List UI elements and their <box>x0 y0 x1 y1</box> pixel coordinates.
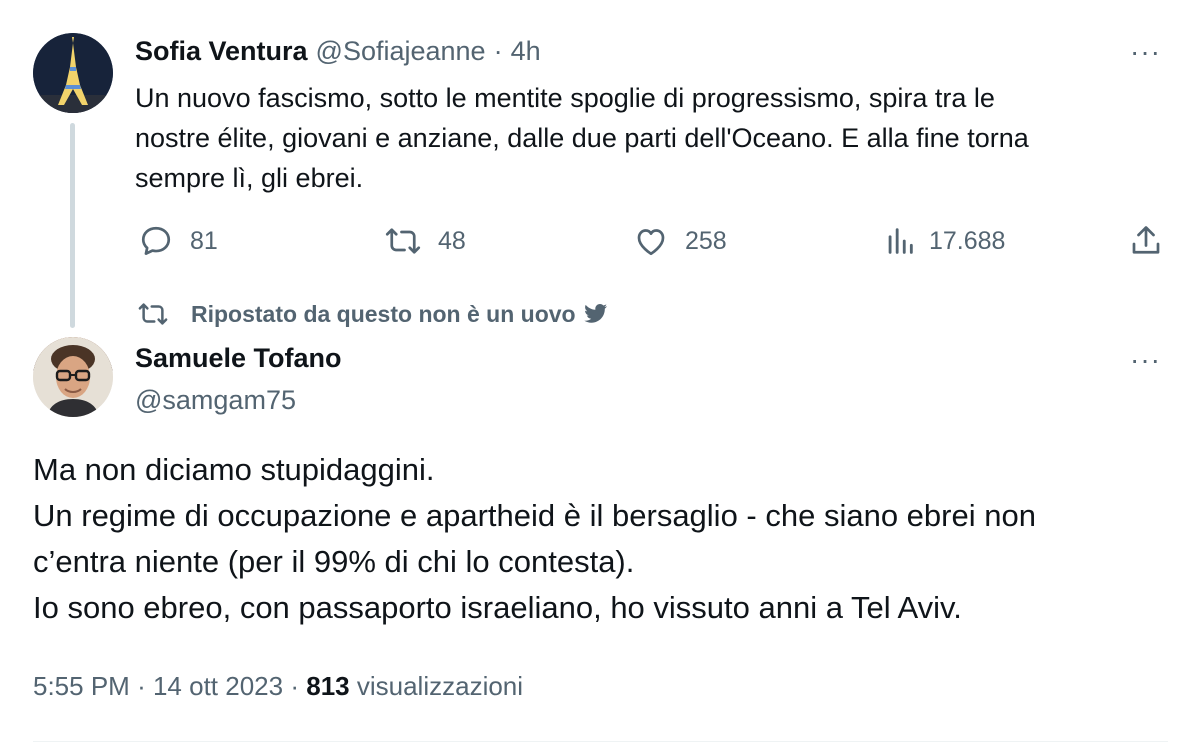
author-name[interactable]: Sofia Ventura <box>135 36 308 67</box>
quoted-tweet-text: Un nuovo fascismo, sotto le mentite spog… <box>135 78 1175 198</box>
tweet-time[interactable]: 5:55 PM <box>33 671 130 701</box>
eiffel-tower-avatar <box>33 33 113 113</box>
author-handle[interactable]: @Sofiajeanne <box>316 36 486 67</box>
retweet-count: 48 <box>438 226 466 255</box>
tweet-meta: 5:55 PM · 14 ott 2023 · 813 visualizzazi… <box>33 671 523 702</box>
retweet-button[interactable]: 48 <box>384 221 466 261</box>
main-tweet-text: Ma non diciamo stupidaggini. Un regime d… <box>33 447 1173 631</box>
thread-connector-line <box>70 123 75 328</box>
reply-count: 81 <box>190 226 218 255</box>
more-options-button[interactable]: ··· <box>1130 38 1161 66</box>
views-button[interactable]: 17.688 <box>883 221 1005 261</box>
tweet-date[interactable]: 14 ott 2023 <box>153 671 283 701</box>
heart-icon <box>637 229 665 256</box>
tweet-text-line: sempre lì, gli ebrei. <box>135 163 364 193</box>
share-icon <box>1132 226 1160 254</box>
views-label: visualizzazioni <box>356 671 524 701</box>
share-button[interactable] <box>1128 221 1164 261</box>
tweet-text-line: nostre élite, giovani e anziane, dalle d… <box>135 123 1029 153</box>
author-name[interactable]: Samuele Tofano <box>135 338 342 378</box>
meta-separator: · <box>290 671 299 701</box>
retweet-icon <box>385 228 421 254</box>
person-photo-avatar <box>33 337 113 417</box>
tweet-text-line: Io sono ebreo, con passaporto israeliano… <box>33 590 962 625</box>
like-button[interactable]: 258 <box>633 221 727 261</box>
tweet-text-line: Ma non diciamo stupidaggini. <box>33 452 435 487</box>
views-count[interactable]: 813 <box>306 671 349 701</box>
tweet-time[interactable]: 4h <box>511 36 541 67</box>
tweet-text-line: c’entra niente (per il 99% di chi lo con… <box>33 544 635 579</box>
reply-button[interactable]: 81 <box>138 221 218 261</box>
retweet-context[interactable]: Ripostato da questo non è un uovo <box>135 296 608 332</box>
more-options-button[interactable]: ··· <box>1130 346 1161 374</box>
tweet-text-line: Un nuovo fascismo, sotto le mentite spog… <box>135 83 995 113</box>
sofia-ventura-avatar[interactable] <box>33 33 113 113</box>
twitter-bird-icon <box>583 304 607 323</box>
tweet-text-line: Un regime di occupazione e apartheid è i… <box>33 498 1036 533</box>
samuele-tofano-avatar[interactable] <box>33 337 113 417</box>
quoted-tweet-header: Sofia Ventura @Sofiajeanne · 4h <box>135 31 541 71</box>
reply-icon <box>141 226 171 255</box>
like-count: 258 <box>685 226 727 255</box>
retweet-context-label: Ripostato da questo non è un uovo <box>191 300 576 327</box>
analytics-icon <box>888 228 913 254</box>
meta-separator: · <box>137 671 146 701</box>
author-handle[interactable]: @samgam75 <box>135 380 296 420</box>
views-count: 17.688 <box>929 226 1006 255</box>
retweet-icon <box>138 303 168 325</box>
header-separator: · <box>493 35 503 66</box>
divider <box>33 741 1168 742</box>
